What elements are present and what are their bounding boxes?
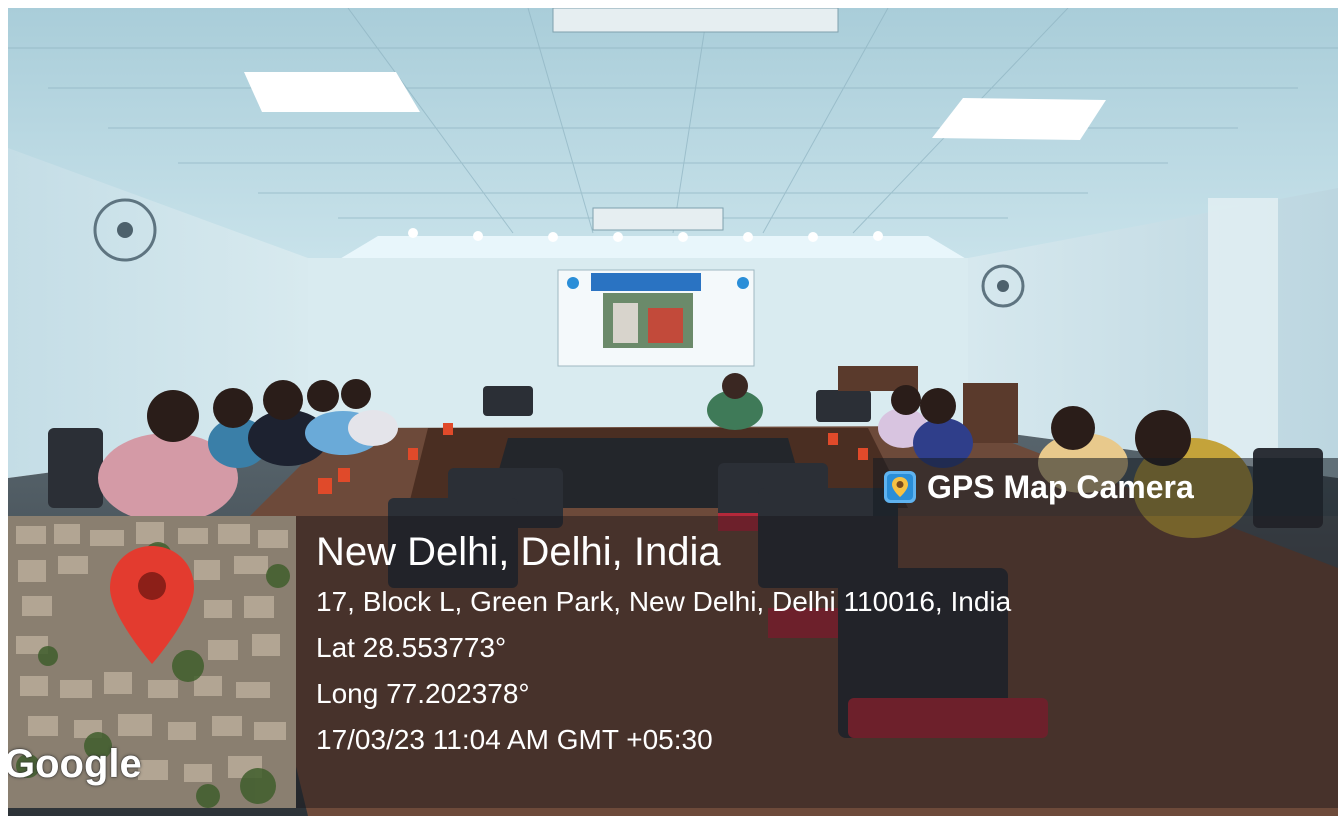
location-stamp: New Delhi, Delhi, India 17, Block L, Gre…: [296, 516, 1338, 808]
latitude-line: Lat 28.553773°: [316, 632, 507, 663]
address-line: 17, Block L, Green Park, New Delhi, Delh…: [316, 586, 1012, 617]
app-name: GPS Map Camera: [927, 468, 1194, 505]
app-badge: GPS Map Camera: [873, 458, 1338, 516]
place-title: New Delhi, Delhi, India: [316, 530, 721, 574]
map-provider-logo: Google: [8, 742, 142, 786]
map-thumbnail: Google: [8, 516, 296, 808]
datetime-line: 17/03/23 11:04 AM GMT +05:30: [316, 724, 713, 755]
longitude-line: Long 77.202378°: [316, 678, 530, 709]
map-camera-icon: [884, 471, 916, 503]
